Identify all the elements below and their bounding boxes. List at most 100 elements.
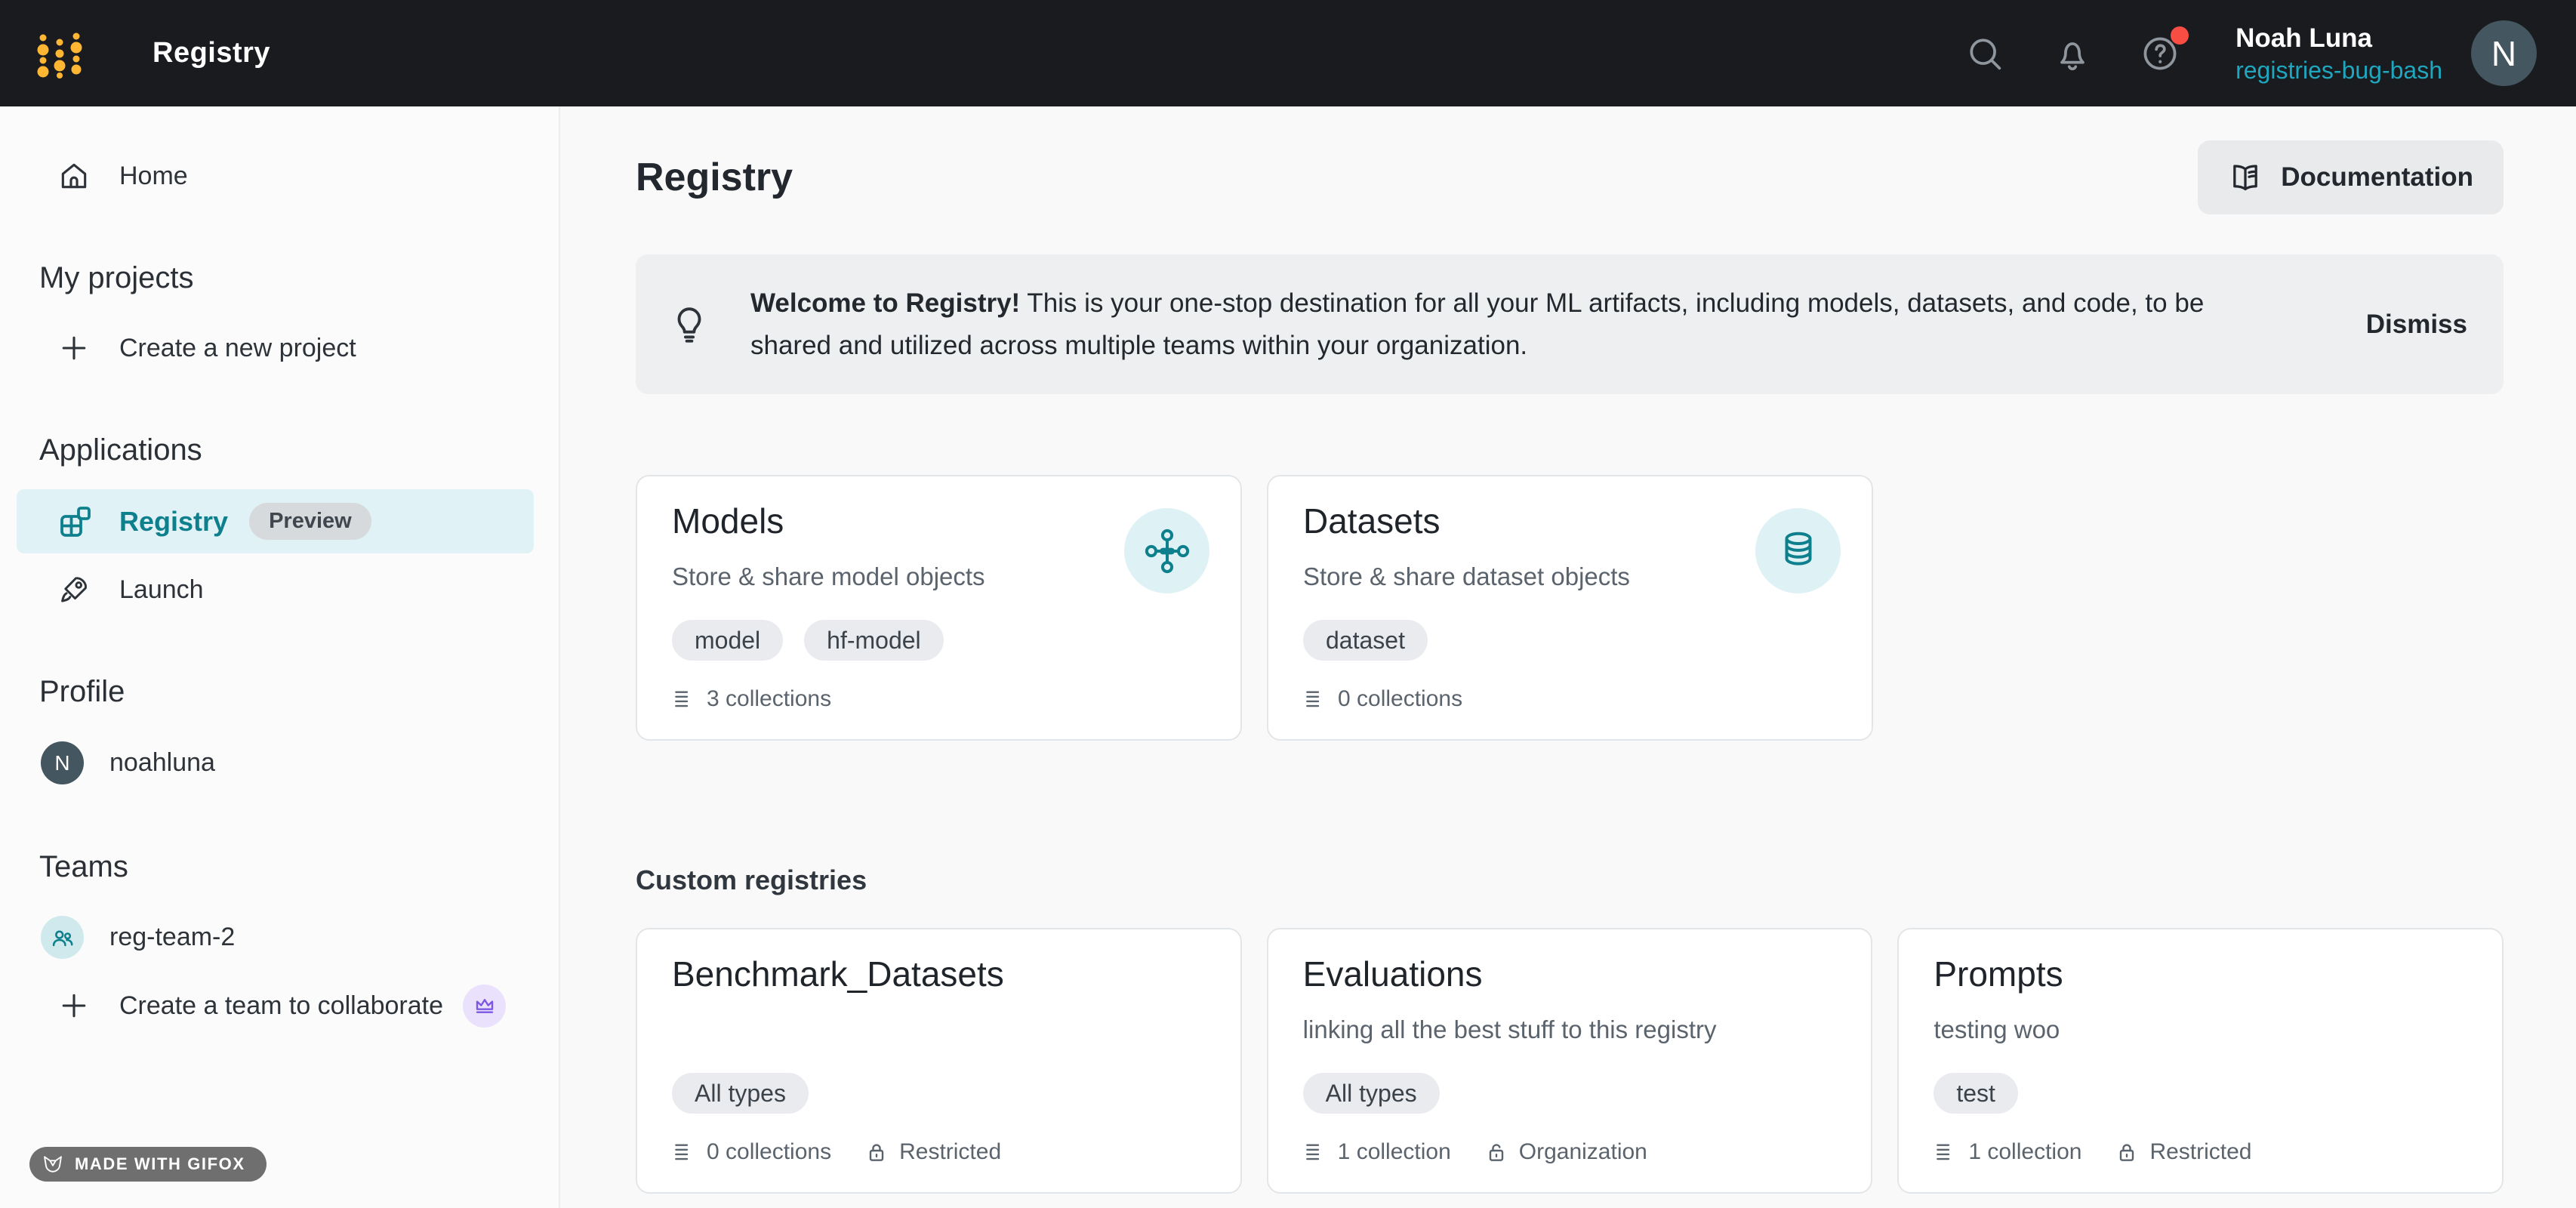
plus-icon [57, 989, 91, 1022]
card-tags: model hf-model [672, 620, 944, 661]
card-title: Prompts [1934, 954, 2063, 994]
card-title: Datasets [1303, 501, 1441, 541]
custom-registries-heading: Custom registries [636, 864, 2504, 896]
sidebar-item-label: Launch [119, 575, 204, 605]
card-footer: 1 collection Restricted [1934, 1139, 2285, 1165]
collections-count: 3 collections [672, 686, 831, 712]
sidebar-item-label: Home [119, 162, 188, 191]
lock-icon [864, 1140, 889, 1164]
user-account-menu[interactable]: Noah Luna registries-bug-bash [2236, 22, 2442, 85]
lightbulb-icon [667, 303, 711, 347]
topbar-right-cluster: Noah Luna registries-bug-bash N [1964, 20, 2537, 86]
visibility-status: Organization [1484, 1139, 1647, 1165]
app-title: Registry [153, 37, 270, 69]
avatar[interactable]: N [2471, 20, 2537, 86]
user-org-link[interactable]: registries-bug-bash [2236, 55, 2442, 85]
collections-count: 0 collections [1303, 686, 1462, 712]
card-description: linking all the best stuff to this regis… [1303, 1015, 1717, 1044]
collections-list-icon [672, 687, 696, 711]
card-tags: dataset [1303, 620, 1428, 661]
page-title: Registry [636, 155, 793, 200]
card-description: Store & share model objects [672, 562, 985, 591]
rocket-icon [57, 573, 91, 606]
collections-list-icon [1934, 1140, 1958, 1164]
wandb-logo[interactable] [33, 27, 86, 80]
welcome-banner-text: Welcome to Registry! This is your one-st… [750, 282, 2362, 367]
card-footer: 0 collections [1303, 686, 1496, 712]
made-with-gifox-badge[interactable]: MADE WITH GIFOX [29, 1147, 267, 1182]
card-footer: 0 collections Restricted [672, 1139, 1034, 1165]
card-tags: All types [672, 1073, 809, 1114]
custom-registries-row: Benchmark_Datasets All types 0 collectio… [636, 928, 2504, 1194]
card-tags: All types [1303, 1073, 1440, 1114]
tag-pill: model [672, 620, 783, 661]
card-title: Evaluations [1303, 954, 1483, 994]
card-footer: 1 collection Organization [1303, 1139, 1681, 1165]
welcome-banner: Welcome to Registry! This is your one-st… [636, 254, 2504, 394]
lock-icon [2115, 1140, 2139, 1164]
home-icon [57, 159, 91, 193]
card-tags: test [1934, 1073, 2018, 1114]
help-icon[interactable] [2139, 32, 2181, 75]
documentation-button[interactable]: Documentation [2198, 140, 2504, 214]
registry-card-datasets[interactable]: Datasets Store & share dataset objects d… [1267, 475, 1873, 741]
sidebar-item-launch[interactable]: Launch [0, 559, 559, 620]
dismiss-button[interactable]: Dismiss [2362, 309, 2472, 341]
tag-pill: All types [672, 1073, 809, 1114]
sidebar-section-applications: Applications [0, 429, 559, 471]
visibility-status: Restricted [864, 1139, 1001, 1165]
sidebar-item-label: reg-team-2 [109, 923, 235, 952]
registry-card-benchmark-datasets[interactable]: Benchmark_Datasets All types 0 collectio… [636, 928, 1242, 1194]
visibility-status: Restricted [2115, 1139, 2251, 1165]
tag-pill: hf-model [804, 620, 944, 661]
registry-card-models[interactable]: Models Store & share model objects model… [636, 475, 1242, 741]
made-with-gifox-label: MADE WITH GIFOX [75, 1154, 245, 1174]
sidebar-item-registry-active[interactable]: Registry Preview [17, 489, 534, 553]
documentation-button-label: Documentation [2281, 162, 2473, 193]
sidebar-section-my-projects: My projects [0, 257, 559, 299]
plus-icon [57, 331, 91, 365]
core-registries-row: Models Store & share model objects model… [636, 475, 2504, 741]
card-footer: 3 collections [672, 686, 864, 712]
collections-list-icon [1303, 1140, 1327, 1164]
collections-list-icon [672, 1140, 696, 1164]
registry-card-prompts[interactable]: Prompts testing woo test 1 collection [1897, 928, 2504, 1194]
page-header: Registry Documentation [636, 140, 2504, 215]
database-icon [1755, 508, 1841, 593]
unlock-icon [1484, 1140, 1508, 1164]
tag-pill: dataset [1303, 620, 1428, 661]
sidebar-item-label: Create a new project [119, 334, 356, 363]
sidebar-item-create-team[interactable]: Create a team to collaborate [0, 975, 559, 1036]
sidebar-item-home[interactable]: Home [0, 146, 559, 206]
card-description: testing woo [1934, 1015, 2060, 1044]
sidebar-item-label: Create a team to collaborate [119, 991, 443, 1021]
top-navigation-bar: Registry [0, 0, 2576, 106]
preview-badge: Preview [249, 503, 371, 540]
sidebar-item-label: Registry [119, 506, 228, 538]
book-icon [2228, 160, 2263, 195]
card-description: Store & share dataset objects [1303, 562, 1630, 591]
avatar: N [41, 741, 84, 784]
topbar-icons [1964, 32, 2181, 75]
collections-count: 1 collection [1934, 1139, 2081, 1165]
sidebar: Home My projects Create a new project Ap… [0, 106, 560, 1208]
sidebar-section-teams: Teams [0, 846, 559, 888]
registry-grid-icon [57, 504, 94, 540]
sidebar-item-label: noahluna [109, 748, 215, 778]
user-name: Noah Luna [2236, 22, 2372, 55]
sidebar-item-profile-user[interactable]: N noahluna [0, 730, 559, 796]
welcome-banner-title: Welcome to Registry! [750, 288, 1020, 318]
bell-icon[interactable] [2051, 32, 2094, 75]
crown-icon [463, 985, 506, 1028]
main-content: Registry Documentation Welcome to Regist… [560, 106, 2576, 1208]
registry-card-evaluations[interactable]: Evaluations linking all the best stuff t… [1267, 928, 1873, 1194]
card-title: Benchmark_Datasets [672, 954, 1004, 994]
search-icon[interactable] [1964, 32, 2006, 75]
sidebar-item-create-project[interactable]: Create a new project [0, 318, 559, 378]
tag-pill: test [1934, 1073, 2018, 1114]
team-users-icon [41, 916, 84, 959]
collections-count: 0 collections [672, 1139, 831, 1165]
collections-list-icon [1303, 687, 1327, 711]
sidebar-item-team[interactable]: reg-team-2 [0, 904, 559, 970]
card-title: Models [672, 501, 784, 541]
